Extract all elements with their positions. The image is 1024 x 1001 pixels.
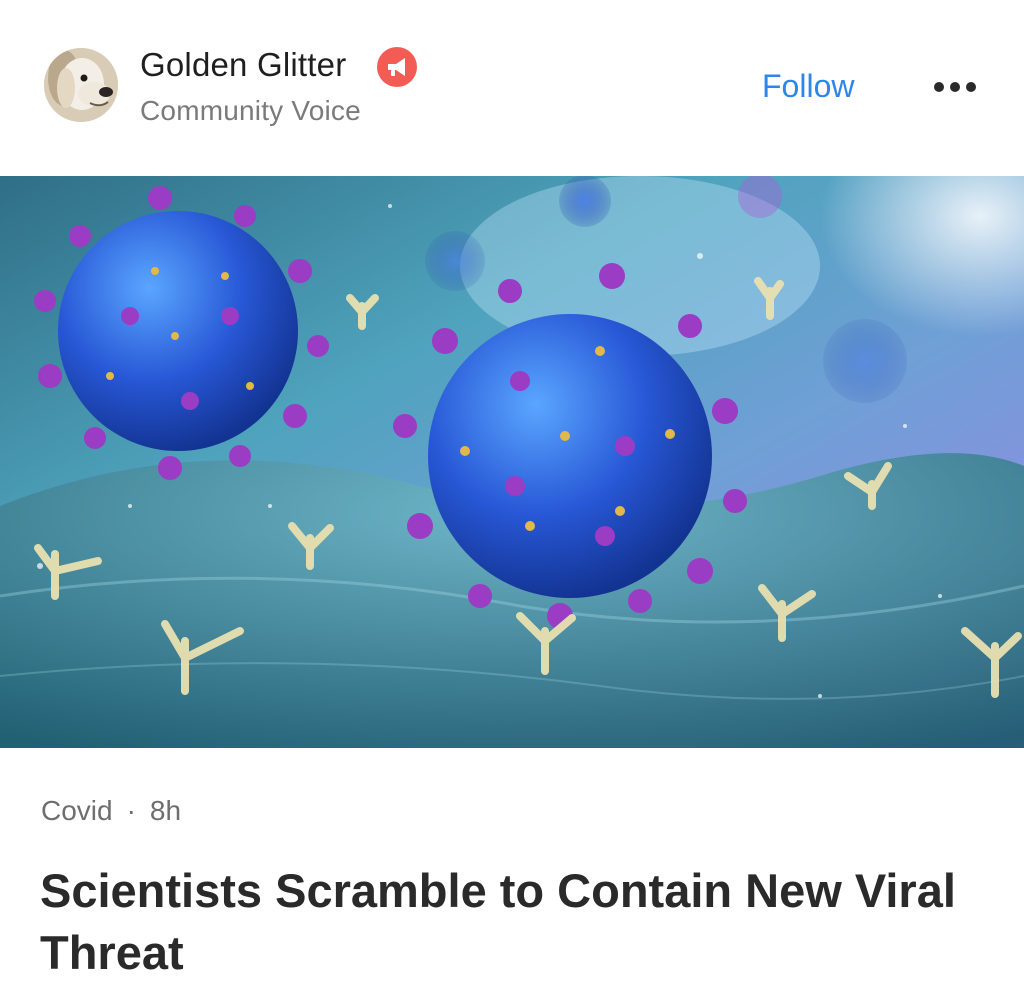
hero-image[interactable] bbox=[0, 176, 1024, 748]
author-role: Community Voice bbox=[140, 95, 361, 126]
article-meta: Covid · 8h bbox=[41, 795, 181, 827]
meta-separator: · bbox=[126, 795, 136, 826]
author-name[interactable]: Golden Glitter bbox=[140, 46, 346, 84]
category-link[interactable]: Covid bbox=[41, 795, 113, 826]
follow-button[interactable]: Follow bbox=[762, 68, 854, 105]
more-dots-icon[interactable] bbox=[928, 74, 980, 100]
post-age: 8h bbox=[149, 795, 182, 826]
virus-illustration bbox=[0, 176, 1024, 748]
article-card: Golden Glitter Community Voice Follow Co… bbox=[0, 0, 1024, 1001]
dog-avatar-icon bbox=[44, 48, 118, 122]
post-header: Golden Glitter Community Voice Follow bbox=[0, 0, 1024, 176]
article-headline[interactable]: Scientists Scramble to Contain New Viral… bbox=[40, 860, 960, 984]
megaphone-icon bbox=[377, 47, 417, 87]
author-avatar[interactable] bbox=[44, 48, 118, 122]
